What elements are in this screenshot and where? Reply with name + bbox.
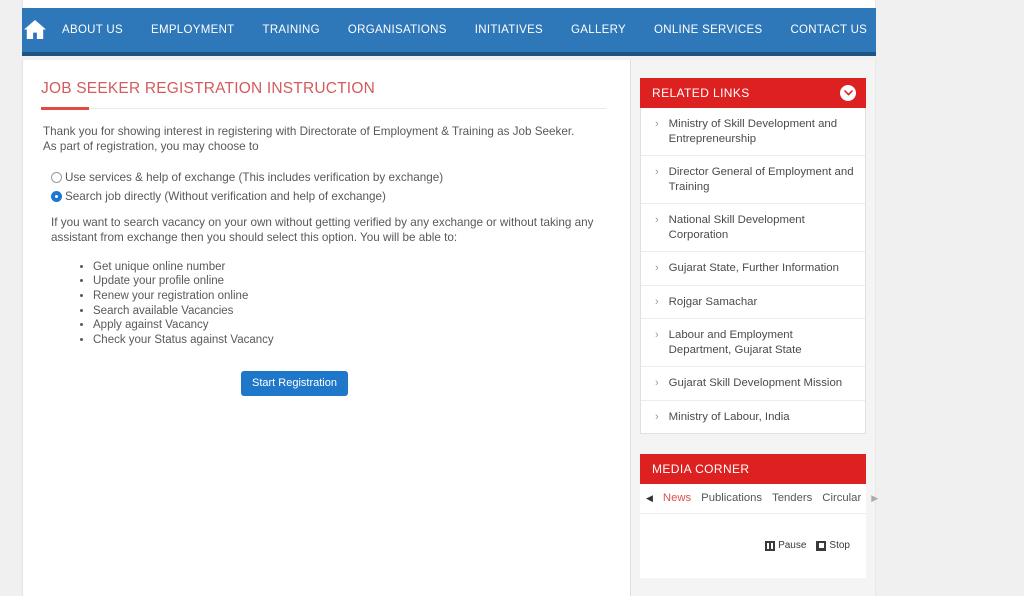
main-navigation-bar: ABOUT US EMPLOYMENT TRAINING ORGANISATIO…	[22, 8, 876, 56]
chevron-right-icon: ›	[655, 262, 659, 274]
radio-indicator-search-directly[interactable]	[51, 190, 62, 202]
radio-option-use-services[interactable]: Use services & help of exchange (This in…	[51, 171, 606, 184]
intro-line-1: Thank you for showing interest in regist…	[43, 125, 575, 138]
related-link-label: Director General of Employment and Train…	[668, 166, 854, 193]
home-icon	[22, 18, 48, 42]
tab-news[interactable]: News	[658, 492, 696, 504]
media-corner-panel: MEDIA CORNER ◀ News Publications Tenders…	[640, 454, 878, 578]
related-links-header: RELATED LINKS	[640, 78, 866, 108]
chevron-right-icon: ›	[655, 166, 659, 178]
page-title: JOB SEEKER REGISTRATION INSTRUCTION	[41, 80, 375, 97]
stop-icon	[816, 540, 827, 551]
related-link-label: National Skill Development Corporation	[668, 214, 805, 241]
related-links-list: › Ministry of Skill Development and Entr…	[640, 108, 866, 434]
pause-button[interactable]: Pause	[765, 540, 806, 551]
list-item[interactable]: › National Skill Development Corporation	[641, 204, 865, 252]
nav-item-contact-us[interactable]: CONTACT US	[776, 24, 881, 36]
radio-indicator-use-services[interactable]	[51, 171, 62, 183]
list-item[interactable]: › Labour and Employment Department, Guja…	[641, 319, 865, 367]
start-registration-button[interactable]: Start Registration	[241, 371, 348, 397]
home-nav-button[interactable]	[22, 18, 48, 42]
related-link-label: Ministry of Skill Development and Entrep…	[668, 118, 838, 145]
related-links-panel: RELATED LINKS › Ministry of Skill Develo…	[640, 78, 866, 434]
nav-item-online-services[interactable]: ONLINE SERVICES	[640, 24, 776, 36]
benefits-list: Get unique online number Update your pro…	[41, 260, 606, 348]
list-item[interactable]: › Director General of Employment and Tra…	[641, 156, 865, 204]
pause-icon	[765, 540, 776, 551]
start-registration-row: Start Registration	[41, 371, 606, 397]
related-link-label: Labour and Employment Department, Gujara…	[668, 329, 802, 356]
intro-line-2: As part of registration, you may choose …	[43, 139, 259, 153]
related-link-label: Gujarat Skill Development Mission	[668, 377, 843, 389]
stop-label: Stop	[829, 540, 850, 551]
chevron-down-icon[interactable]	[840, 85, 856, 101]
tab-publications[interactable]: Publications	[696, 492, 767, 504]
page-top-strip	[22, 0, 876, 8]
nav-item-gallery[interactable]: GALLERY	[557, 24, 640, 36]
arrow-left-icon[interactable]: ◀	[646, 493, 653, 504]
registration-option-group: Use services & help of exchange (This in…	[41, 171, 606, 203]
chevron-right-icon: ›	[655, 329, 659, 341]
title-underline	[41, 107, 606, 110]
radio-label-search-directly: Search job directly (Without verificatio…	[65, 189, 386, 203]
list-item[interactable]: › Rojgar Samachar	[641, 285, 865, 319]
list-item: Get unique online number	[93, 260, 606, 275]
list-item: Update your profile online	[93, 274, 606, 289]
chevron-right-icon: ›	[655, 214, 659, 226]
option-explanation-text: If you want to search vacancy on your ow…	[51, 215, 594, 245]
media-corner-tabs: ◀ News Publications Tenders Circular ▶	[640, 484, 878, 514]
list-item[interactable]: › Gujarat Skill Development Mission	[641, 367, 865, 401]
related-link-label: Gujarat State, Further Information	[668, 262, 839, 274]
radio-option-search-directly[interactable]: Search job directly (Without verificatio…	[51, 190, 606, 203]
tab-tenders[interactable]: Tenders	[767, 492, 817, 504]
media-playback-controls: Pause Stop	[765, 540, 850, 551]
sidebar-column: RELATED LINKS › Ministry of Skill Develo…	[631, 60, 878, 596]
media-corner-header: MEDIA CORNER	[640, 454, 866, 484]
page-root: ABOUT US EMPLOYMENT TRAINING ORGANISATIO…	[0, 0, 1024, 596]
list-item[interactable]: › Gujarat State, Further Information	[641, 252, 865, 286]
list-item: Check your Status against Vacancy	[93, 333, 606, 348]
content-container: JOB SEEKER REGISTRATION INSTRUCTION Than…	[22, 60, 878, 596]
nav-item-about-us[interactable]: ABOUT US	[48, 24, 137, 36]
list-item: Apply against Vacancy	[93, 318, 606, 333]
chevron-right-icon: ›	[655, 410, 659, 423]
related-link-label: Rojgar Samachar	[668, 295, 758, 308]
media-corner-body: Pause Stop	[640, 514, 866, 578]
tab-circular[interactable]: Circular	[817, 492, 866, 504]
related-links-title: RELATED LINKS	[652, 86, 750, 100]
stop-button[interactable]: Stop	[816, 540, 850, 551]
main-content-column: JOB SEEKER REGISTRATION INSTRUCTION Than…	[23, 60, 631, 596]
media-corner-title: MEDIA CORNER	[652, 462, 750, 476]
nav-item-organisations[interactable]: ORGANISATIONS	[334, 24, 461, 36]
list-item[interactable]: › Ministry of Labour, India	[641, 400, 865, 433]
nav-item-employment[interactable]: EMPLOYMENT	[137, 24, 249, 36]
chevron-right-icon: ›	[655, 377, 659, 389]
nav-item-initiatives[interactable]: INITIATIVES	[461, 24, 557, 36]
chevron-right-icon: ›	[655, 118, 659, 130]
radio-label-use-services: Use services & help of exchange (This in…	[65, 170, 444, 184]
arrow-right-icon[interactable]: ▶	[871, 493, 878, 504]
list-item: Renew your registration online	[93, 289, 606, 304]
related-link-label: Ministry of Labour, India	[668, 410, 790, 423]
chevron-right-icon: ›	[655, 295, 659, 308]
pause-label: Pause	[778, 540, 807, 551]
list-item: Search available Vacancies	[93, 304, 606, 319]
nav-item-training[interactable]: TRAINING	[249, 24, 334, 36]
list-item[interactable]: › Ministry of Skill Development and Entr…	[641, 108, 865, 156]
